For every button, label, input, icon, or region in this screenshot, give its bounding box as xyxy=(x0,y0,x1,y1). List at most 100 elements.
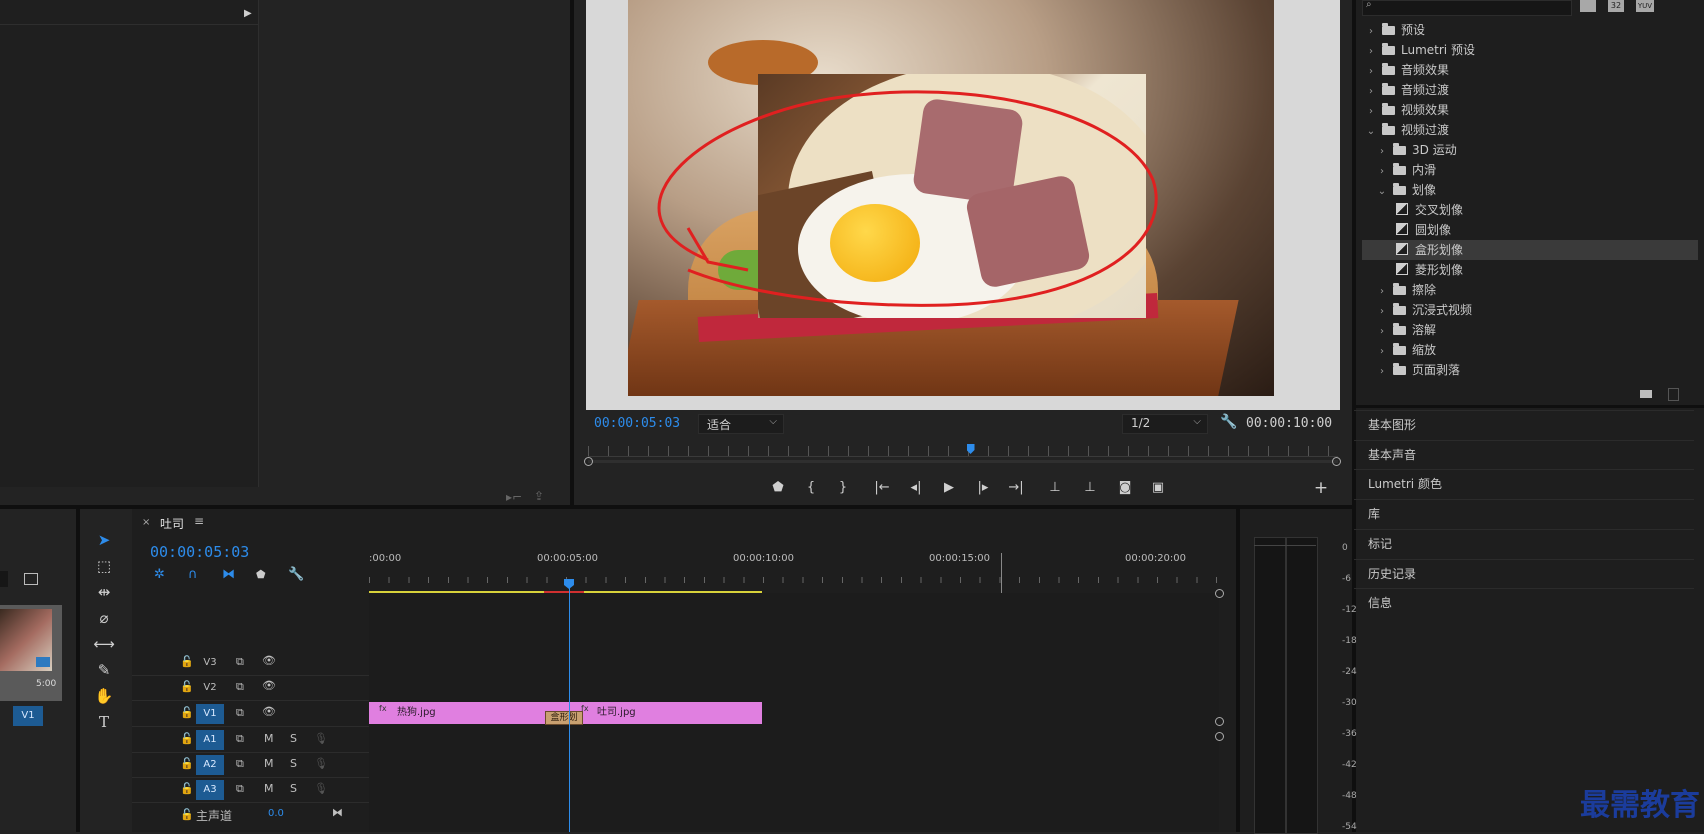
audio-track-header[interactable]: 🔓 A1 ⧉ M S 🎙 xyxy=(132,728,369,753)
effects-tree-item[interactable]: 菱形划像 xyxy=(1362,260,1698,280)
lock-icon[interactable]: 🔓 xyxy=(180,808,194,821)
vertical-scroll-handle-top[interactable] xyxy=(1215,589,1224,598)
mute-icon[interactable]: M xyxy=(264,757,274,770)
side-panel-tab[interactable]: 基本图形 xyxy=(1354,410,1694,438)
lock-icon[interactable]: 🔓 xyxy=(180,757,194,770)
audio-track-header[interactable]: 🔓 A3 ⧉ M S 🎙 xyxy=(132,778,369,803)
track-label[interactable]: A2 xyxy=(196,755,224,775)
resolution-dropdown[interactable]: 1/2 ⌵ xyxy=(1122,414,1208,434)
snap-magnet-icon[interactable]: ∩ xyxy=(188,567,198,582)
master-volume-value[interactable]: 0.0 xyxy=(268,808,284,819)
transition-box-wipe[interactable]: 盒形划 xyxy=(545,711,583,725)
lift-icon[interactable]: ⊥ xyxy=(1045,478,1065,498)
effects-tree-item[interactable]: › 音频过渡 xyxy=(1362,80,1698,100)
step-forward-icon[interactable]: |▸ xyxy=(973,478,993,498)
mute-icon[interactable]: M xyxy=(264,732,274,745)
video-track-header[interactable]: 🔓 V3 ⧉ 👁 xyxy=(132,651,369,676)
scrubber-end-handle[interactable] xyxy=(1332,457,1341,466)
chevron-right-icon[interactable]: › xyxy=(1377,302,1387,322)
expand-arrow-icon[interactable]: ▶ xyxy=(244,8,252,19)
clip-toast[interactable]: fx 吐司.jpg xyxy=(565,702,762,724)
source-patch-v1[interactable]: V1 xyxy=(13,706,43,726)
lock-icon[interactable]: 🔓 xyxy=(180,732,194,745)
effects-tree-item[interactable]: › Lumetri 预设 xyxy=(1362,40,1698,60)
side-panel-tab[interactable]: 历史记录 xyxy=(1354,558,1694,587)
video-track-header[interactable]: 🔓 V2 ⧉ 👁 xyxy=(132,676,369,701)
slip-tool-icon[interactable]: ⟷ xyxy=(92,633,116,655)
linked-selection-icon[interactable]: ⧓ xyxy=(222,567,235,582)
track-label[interactable]: V1 xyxy=(196,704,224,724)
lock-icon[interactable]: 🔓 xyxy=(180,655,194,668)
comparison-view-icon[interactable]: ▣ xyxy=(1148,478,1168,498)
track-label[interactable]: V3 xyxy=(196,653,224,673)
chevron-right-icon[interactable]: › xyxy=(1377,142,1387,162)
add-marker-icon[interactable]: ⬟ xyxy=(256,568,266,581)
solo-icon[interactable]: S xyxy=(290,757,297,770)
chevron-right-icon[interactable]: › xyxy=(1366,22,1376,42)
ripple-edit-tool-icon[interactable]: ⇹ xyxy=(92,581,116,603)
vertical-scroll-handle-audio[interactable] xyxy=(1215,732,1224,741)
voiceover-mic-icon[interactable]: 🎙 xyxy=(314,782,328,795)
track-label[interactable]: V2 xyxy=(196,678,224,698)
solo-icon[interactable]: S xyxy=(290,732,297,745)
chevron-down-icon[interactable]: ⌄ xyxy=(1377,182,1387,202)
video-track-header[interactable]: 🔓 V1 ⧉ 👁 xyxy=(132,702,369,727)
find-icon[interactable] xyxy=(24,573,38,585)
effects-tree-item[interactable]: › 擦除 xyxy=(1362,280,1698,300)
sync-lock-icon[interactable]: ⧉ xyxy=(236,655,244,669)
timeline-settings-icon[interactable]: 🔧 xyxy=(288,567,304,582)
insert-icon[interactable]: ▸⌐ xyxy=(506,490,522,504)
new-bin-folder-icon[interactable] xyxy=(1640,390,1652,398)
chevron-right-icon[interactable]: › xyxy=(1366,42,1376,62)
program-timecode[interactable]: 00:00:05:03 xyxy=(594,416,680,431)
close-tab-icon[interactable]: × xyxy=(142,517,150,528)
type-tool-icon[interactable]: T xyxy=(92,711,116,733)
eye-icon[interactable]: 👁 xyxy=(262,705,276,718)
play-icon[interactable]: ▶ xyxy=(939,478,959,498)
chevron-right-icon[interactable]: › xyxy=(1366,62,1376,82)
lock-icon[interactable]: 🔓 xyxy=(180,782,194,795)
timeline-playhead[interactable] xyxy=(569,579,570,832)
mark-out-icon[interactable]: } xyxy=(833,478,853,498)
track-label[interactable]: A1 xyxy=(196,730,224,750)
hand-tool-icon[interactable]: ✋ xyxy=(92,685,116,707)
side-panel-tab[interactable]: 库 xyxy=(1354,499,1694,527)
chevron-right-icon[interactable]: › xyxy=(1377,162,1387,182)
effects-tree-item[interactable]: › 缩放 xyxy=(1362,340,1698,360)
settings-wrench-icon[interactable]: 🔧 xyxy=(1220,414,1237,430)
sync-lock-icon[interactable]: ⧉ xyxy=(236,732,244,746)
step-back-icon[interactable]: ◂| xyxy=(906,478,926,498)
effects-tree-item[interactable]: ⌄ 视频过渡 xyxy=(1362,120,1698,140)
track-select-tool-icon[interactable]: ⬚ xyxy=(92,555,116,577)
pen-tool-icon[interactable]: ✎ xyxy=(92,659,116,681)
audio-track-header[interactable]: 🔓 A2 ⧉ M S 🎙 xyxy=(132,753,369,778)
track-label[interactable]: A3 xyxy=(196,780,224,800)
extract-icon[interactable]: ⊥ xyxy=(1080,478,1100,498)
timeline-timecode[interactable]: 00:00:05:03 xyxy=(150,543,249,561)
side-panel-tab[interactable]: 标记 xyxy=(1354,528,1694,557)
chevron-right-icon[interactable]: › xyxy=(1366,82,1376,102)
side-panel-tab[interactable]: 信息 xyxy=(1354,588,1694,616)
side-panel-tab[interactable]: 基本声音 xyxy=(1354,439,1694,468)
effects-tree-item[interactable]: › 预设 xyxy=(1362,20,1698,40)
side-panel-tab[interactable]: Lumetri 颜色 xyxy=(1354,469,1694,497)
mute-icon[interactable]: M xyxy=(264,782,274,795)
effects-tree-item[interactable]: 盒形划像 xyxy=(1362,240,1698,260)
sync-lock-icon[interactable]: ⧉ xyxy=(236,782,244,796)
export-icon[interactable]: ⇪ xyxy=(534,489,544,503)
lock-icon[interactable]: 🔓 xyxy=(180,706,194,719)
fit-dropdown[interactable]: 适合 ⌵ xyxy=(698,414,784,434)
sync-lock-icon[interactable]: ⧉ xyxy=(236,757,244,771)
go-to-out-icon[interactable]: →| xyxy=(1006,478,1026,498)
mark-in-icon[interactable]: { xyxy=(801,478,821,498)
lock-icon[interactable]: 🔓 xyxy=(180,680,194,693)
effects-tree-item[interactable]: › 沉浸式视频 xyxy=(1362,300,1698,320)
effects-tree-item[interactable]: › 音频效果 xyxy=(1362,60,1698,80)
effects-tree-item[interactable]: › 页面剥落 xyxy=(1362,360,1698,380)
go-to-in-icon[interactable]: |← xyxy=(872,478,892,498)
scrubber[interactable] xyxy=(584,444,1341,466)
effects-tree-item[interactable]: › 内滑 xyxy=(1362,160,1698,180)
chevron-right-icon[interactable]: › xyxy=(1377,322,1387,342)
sequence-tab[interactable]: 吐司 xyxy=(160,515,184,532)
vertical-scroll-handle-mid[interactable] xyxy=(1215,717,1224,726)
